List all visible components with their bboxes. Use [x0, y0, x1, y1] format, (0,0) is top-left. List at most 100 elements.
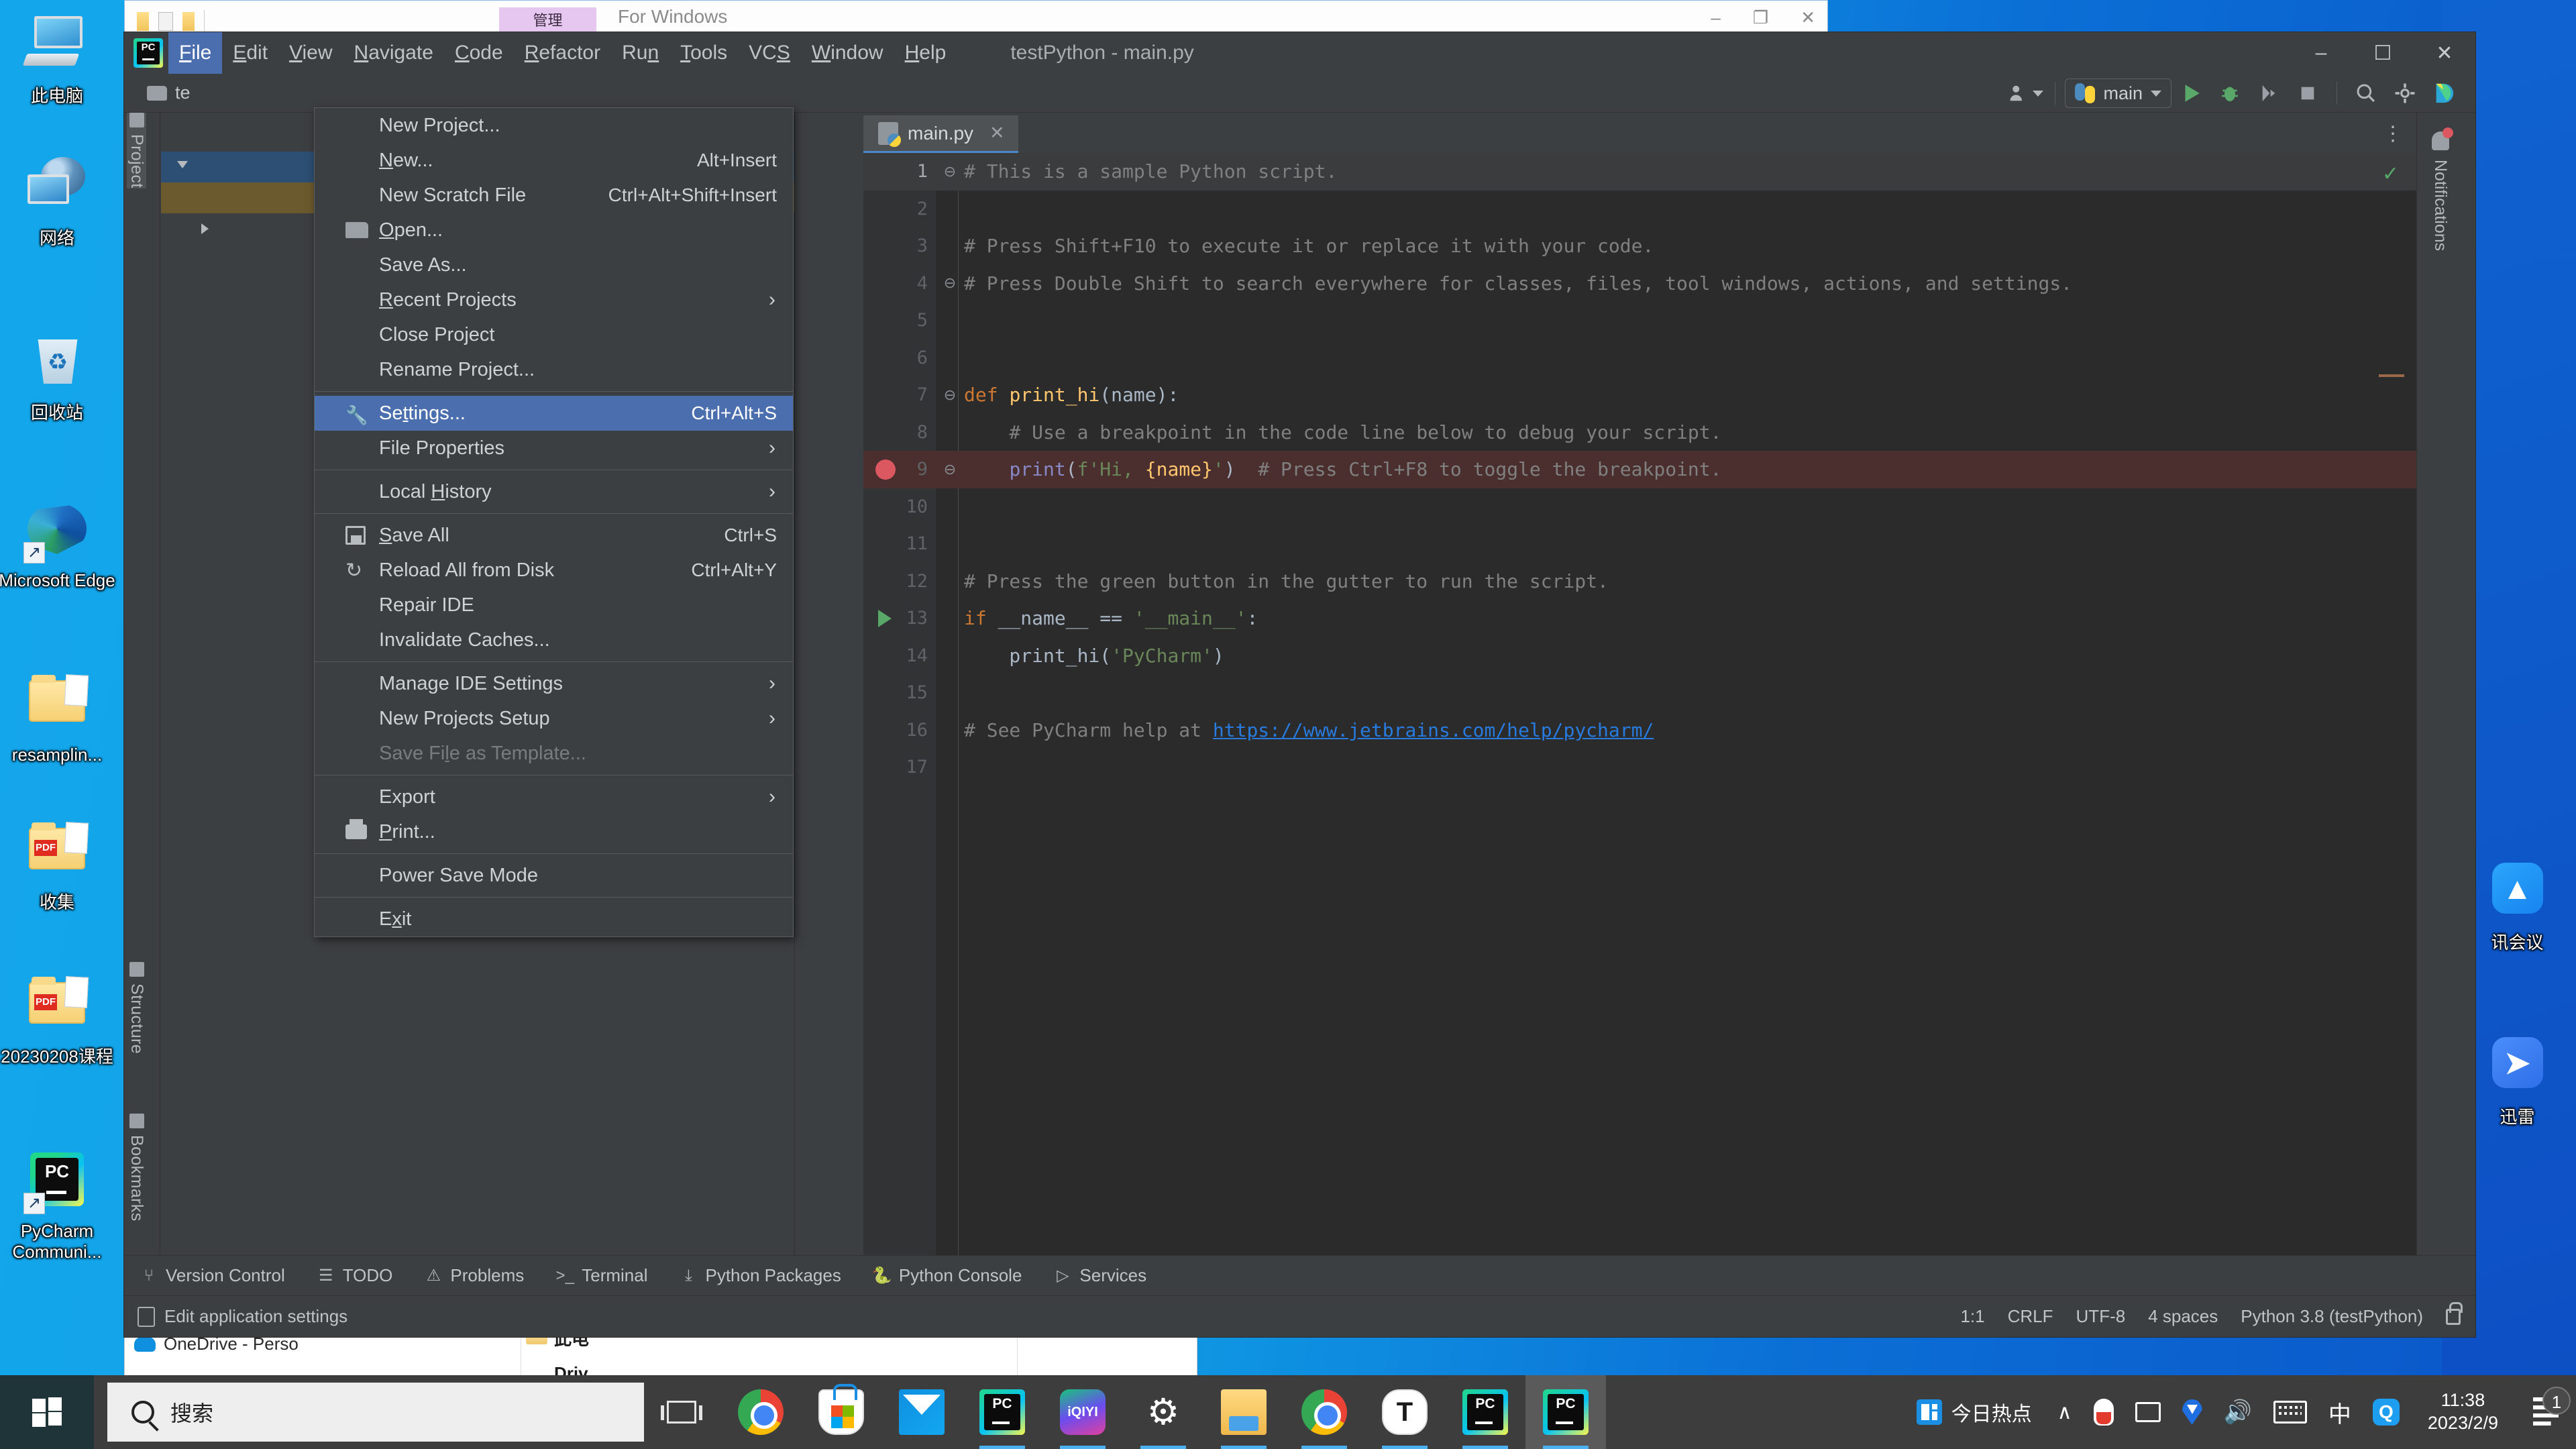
- tool-window-terminal[interactable]: >_ Terminal: [540, 1256, 663, 1296]
- sidebar-item-project[interactable]: Project: [127, 113, 146, 189]
- desktop-icon-thunder[interactable]: ➤ 迅雷: [2462, 1033, 2573, 1128]
- search-input[interactable]: 搜索: [107, 1383, 644, 1442]
- line-separator[interactable]: CRLF: [2008, 1306, 2053, 1327]
- breadcrumb-project[interactable]: te: [147, 83, 191, 103]
- taskbar-app-microsoft-store[interactable]: [801, 1375, 881, 1449]
- jetbrains-icon[interactable]: [2424, 74, 2463, 113]
- code-line[interactable]: 12 # Press the green button in the gutter…: [863, 563, 2416, 600]
- desktop-icon-pycharm[interactable]: PC PyCharm Communi...: [0, 1147, 117, 1262]
- desktop-icon-edge[interactable]: Microsoft Edge: [0, 496, 117, 591]
- menu-item-rename-project[interactable]: Rename Project...: [315, 352, 793, 387]
- menu-item-print[interactable]: Print...: [315, 814, 793, 849]
- search-everywhere-icon[interactable]: [2347, 74, 2385, 113]
- menu-refactor[interactable]: Refactor: [514, 32, 611, 74]
- inspection-status-icon[interactable]: ✓: [2382, 162, 2399, 186]
- menu-item-new-scratch-file[interactable]: New Scratch File Ctrl+Alt+Shift+Insert: [315, 178, 793, 213]
- maximize-icon[interactable]: ❐: [1753, 7, 1768, 28]
- close-icon[interactable]: ✕: [989, 123, 1005, 144]
- code-line[interactable]: 1 ⊖ # This is a sample Python script.: [863, 153, 2416, 191]
- code-line[interactable]: 9 ⊖ print(f'Hi, {name}') # Press Ctrl+F8 …: [863, 451, 2416, 488]
- stop-icon[interactable]: [2288, 74, 2327, 113]
- debug-icon[interactable]: [2210, 74, 2249, 113]
- menu-item-manage-ide-settings[interactable]: Manage IDE Settings ›: [315, 666, 793, 701]
- taskbar-app-file-explorer[interactable]: [1203, 1375, 1284, 1449]
- file-menu-popup[interactable]: New Project... New... Alt+Insert New Scratc…: [314, 107, 794, 937]
- menu-vcs[interactable]: VCS: [738, 32, 801, 74]
- menu-item-recent-projects[interactable]: Recent Projects ›: [315, 282, 793, 317]
- taskbar-app-typora[interactable]: T: [1364, 1375, 1445, 1449]
- run-coverage-icon[interactable]: [2249, 74, 2288, 113]
- sidebar-item-structure[interactable]: Structure: [127, 961, 146, 1054]
- code-line[interactable]: 7 ⊖ def print_hi(name):: [863, 376, 2416, 414]
- volume-icon[interactable]: 🔊: [2213, 1399, 2263, 1426]
- run-configuration-selector[interactable]: main: [2065, 78, 2171, 108]
- tool-window-version-control[interactable]: ⑂ Version Control: [124, 1256, 301, 1296]
- settings-gear-icon[interactable]: [2385, 74, 2424, 113]
- unlocked-icon[interactable]: [2446, 1301, 2463, 1325]
- run-gutter-icon[interactable]: [878, 609, 892, 627]
- sidebar-item-bookmarks[interactable]: Bookmarks: [127, 1114, 146, 1222]
- desktop-icon-course[interactable]: PDF 20230208课程: [0, 973, 117, 1067]
- desktop-icon-tencent-meeting[interactable]: ▲ 讯会议: [2462, 859, 2573, 953]
- taskbar-app-chrome[interactable]: [1284, 1375, 1364, 1449]
- fold-marker[interactable]: ⊖: [943, 386, 957, 404]
- menu-item-local-history[interactable]: Local History ›: [315, 474, 793, 509]
- code-line[interactable]: 4 ⊖ # Press Double Shift to search everywh…: [863, 265, 2416, 303]
- desktop-icon-network[interactable]: 网络: [0, 154, 117, 249]
- tool-window-problems[interactable]: ⚠ Problems: [409, 1256, 540, 1296]
- menu-tools[interactable]: Tools: [669, 32, 738, 74]
- maximize-button[interactable]: ☐: [2352, 32, 2414, 74]
- chevron-up-icon[interactable]: ∧: [2047, 1401, 2083, 1424]
- pycharm-window[interactable]: PC File Edit View Navigate Code Refactor Run To…: [124, 32, 2475, 1337]
- breakpoint-marker[interactable]: [875, 459, 896, 480]
- clock[interactable]: 11:38 2023/2/9: [2410, 1389, 2516, 1435]
- taskbar-app-iqiyi[interactable]: iQIYI: [1042, 1375, 1123, 1449]
- ide-settings-icon[interactable]: [138, 1306, 155, 1327]
- taskbar-app-mail[interactable]: [881, 1375, 962, 1449]
- code-line[interactable]: 10: [863, 488, 2416, 526]
- fold-marker[interactable]: ⊖: [943, 274, 957, 292]
- editor-area[interactable]: main.py ✕ ⋮ 1 ⊖ # This is a sample Python …: [863, 113, 2416, 1255]
- code-line[interactable]: 8 # Use a breakpoint in the code line be…: [863, 414, 2416, 451]
- run-icon[interactable]: [2171, 74, 2210, 113]
- tool-window-python-packages[interactable]: ⤓ Python Packages: [663, 1256, 857, 1296]
- python-interpreter[interactable]: Python 3.8 (testPython): [2241, 1306, 2423, 1327]
- close-button[interactable]: ✕: [2414, 32, 2475, 74]
- code-line[interactable]: 13 if __name__ == '__main__':: [863, 600, 2416, 637]
- tool-window-services[interactable]: ▷ Services: [1038, 1256, 1163, 1296]
- taskbar-app-chrome[interactable]: [720, 1375, 801, 1449]
- code-line[interactable]: 6: [863, 339, 2416, 377]
- action-center-icon[interactable]: 1: [2516, 1387, 2576, 1427]
- fold-marker[interactable]: ⊖: [943, 461, 957, 478]
- background-window-controls[interactable]: – ❐ ✕: [1711, 7, 1815, 28]
- menu-item-open[interactable]: Open...: [315, 213, 793, 248]
- keyboard-icon[interactable]: [2263, 1401, 2318, 1424]
- monitor-icon[interactable]: [2125, 1402, 2171, 1422]
- qq-icon[interactable]: [2083, 1399, 2125, 1426]
- taskbar-app-pycharm[interactable]: PC: [1525, 1375, 1606, 1449]
- menu-item-close-project[interactable]: Close Project: [315, 317, 793, 352]
- menu-item-repair-ide[interactable]: Repair IDE: [315, 588, 793, 623]
- menu-code[interactable]: Code: [444, 32, 514, 74]
- menu-item-power-save-mode[interactable]: Power Save Mode: [315, 858, 793, 893]
- desktop-icon-recycle-bin[interactable]: 回收站: [0, 329, 117, 423]
- menu-item-new-project[interactable]: New Project...: [315, 108, 793, 143]
- news-and-interests[interactable]: 今日热点: [1902, 1397, 2047, 1427]
- start-button[interactable]: [0, 1375, 94, 1449]
- minimize-button[interactable]: –: [2290, 32, 2352, 74]
- menu-item-export[interactable]: Export ›: [315, 780, 793, 814]
- minimize-icon[interactable]: –: [1711, 7, 1720, 28]
- code-lines[interactable]: 1 ⊖ # This is a sample Python script. 2 3 # P…: [863, 153, 2416, 1255]
- code-line[interactable]: 5: [863, 302, 2416, 339]
- task-view-icon[interactable]: [651, 1401, 712, 1424]
- menu-item-new[interactable]: New... Alt+Insert: [315, 143, 793, 178]
- menu-item-save-all[interactable]: Save All Ctrl+S: [315, 518, 793, 553]
- menu-navigate[interactable]: Navigate: [343, 32, 444, 74]
- tool-window-todo[interactable]: ☰ TODO: [301, 1256, 409, 1296]
- location-icon[interactable]: [2171, 1399, 2213, 1425]
- desktop-icon-resampling[interactable]: resamplin...: [0, 671, 117, 765]
- menu-item-save-as[interactable]: Save As...: [315, 248, 793, 282]
- code-canvas[interactable]: 1 ⊖ # This is a sample Python script. 2 3 # P…: [863, 153, 2416, 1255]
- status-left-group[interactable]: Edit application settings: [138, 1306, 347, 1327]
- file-encoding[interactable]: UTF-8: [2076, 1306, 2126, 1327]
